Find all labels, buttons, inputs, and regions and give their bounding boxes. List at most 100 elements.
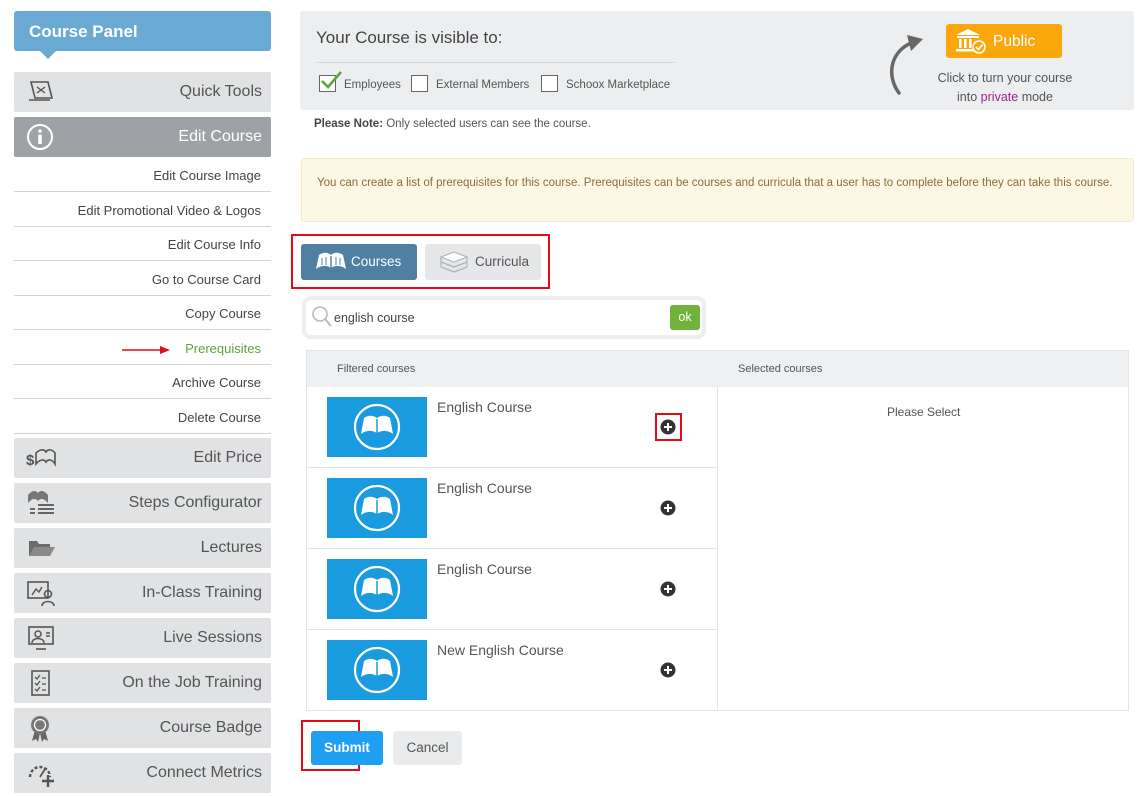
checklist-icon [26, 669, 56, 697]
submenu-delete-course[interactable]: Delete Course [14, 399, 271, 434]
sidebar-item-label: Live Sessions [163, 629, 262, 646]
submenu-label: Copy Course [185, 306, 261, 321]
sidebar-item-label: In-Class Training [141, 584, 262, 601]
visibility-help-text: Click to turn your course into private m… [920, 69, 1090, 107]
sidebar-item-course-badge[interactable]: Course Badge [14, 708, 271, 748]
price-icon: $ [26, 444, 56, 472]
visibility-note: Please Note: Only selected users can see… [314, 118, 591, 130]
sidebar-item-quick-tools[interactable]: Quick Tools [14, 72, 271, 112]
course-book-icon [353, 484, 401, 532]
public-label: Public [993, 33, 1036, 50]
cancel-button[interactable]: Cancel [393, 731, 462, 765]
submit-button[interactable]: Submit [311, 731, 383, 765]
submenu-label: Edit Promotional Video & Logos [77, 203, 261, 218]
sidebar-item-on-the-job-training[interactable]: On the Job Training [14, 663, 271, 703]
submenu-copy-course[interactable]: Copy Course [14, 295, 271, 330]
sidebar-item-edit-price[interactable]: $ Edit Price [14, 438, 271, 478]
course-search: ok [302, 296, 706, 339]
course-book-icon [353, 646, 401, 694]
sidebar-item-label: Quick Tools [179, 83, 262, 100]
badge-icon [26, 714, 56, 742]
selected-empty-text: Please Select [887, 405, 961, 419]
checkbox-box[interactable] [319, 71, 342, 92]
help-mode: mode [1021, 90, 1053, 104]
checkbox-label: Employees [344, 79, 401, 91]
course-title: New English Course [437, 642, 564, 658]
table-row: New English Course [307, 630, 717, 711]
note-text: Only selected users can see the course. [383, 118, 591, 130]
prerequisites-info-box: You can create a list of prerequisites f… [301, 158, 1134, 222]
metrics-icon [26, 759, 56, 787]
submenu-label: Edit Course Image [153, 168, 261, 183]
submenu-go-to-course-card[interactable]: Go to Course Card [14, 261, 271, 296]
course-title: English Course [437, 480, 532, 496]
submenu-label: Archive Course [172, 375, 261, 390]
private-mode-link[interactable]: private [981, 90, 1019, 104]
book-stack-icon [439, 251, 469, 276]
sidebar-item-in-class-training[interactable]: In-Class Training [14, 573, 271, 613]
visibility-panel: Your Course is visible to: Employees Ext… [300, 11, 1134, 110]
tab-curricula[interactable]: Curricula [425, 244, 541, 280]
sidebar-item-lectures[interactable]: Lectures [14, 528, 271, 568]
submenu-prerequisites[interactable]: Prerequisites [14, 330, 271, 365]
add-course-plus-icon[interactable] [660, 419, 676, 435]
info-icon [26, 123, 56, 151]
selected-courses-header: Selected courses [738, 363, 823, 375]
submenu-label: Edit Course Info [167, 237, 261, 252]
help-into: into [957, 90, 978, 104]
submenu-edit-promotional-video[interactable]: Edit Promotional Video & Logos [14, 192, 271, 227]
checkbox-label: External Members [436, 79, 530, 91]
sidebar-item-label: Steps Configurator [128, 494, 262, 511]
table-row: English Course [307, 468, 717, 549]
course-panel-header: Course Panel [14, 11, 271, 59]
add-course-plus-icon[interactable] [660, 500, 676, 516]
table-row: English Course [307, 387, 717, 468]
sidebar-item-connect-metrics[interactable]: Connect Metrics [14, 753, 271, 793]
folder-icon [26, 534, 56, 562]
sidebar-item-edit-course[interactable]: Edit Course [14, 117, 271, 157]
help-line: Click to turn your course [937, 71, 1073, 85]
open-book-icon [315, 251, 347, 276]
sidebar-item-label: Connect Metrics [146, 764, 262, 781]
search-ok-button[interactable]: ok [670, 305, 700, 330]
add-course-plus-icon[interactable] [660, 662, 676, 678]
sidebar-item-steps-configurator[interactable]: Steps Configurator [14, 483, 271, 523]
submenu-label: Prerequisites [185, 341, 261, 356]
checkbox-box[interactable] [541, 75, 558, 92]
add-course-plus-icon[interactable] [660, 581, 676, 597]
red-arrow-annotation [122, 346, 170, 354]
course-title: English Course [437, 561, 532, 577]
courses-table: Filtered courses Selected courses Englis… [306, 350, 1129, 711]
column-divider [717, 387, 718, 710]
steps-icon [26, 489, 56, 517]
course-book-icon [353, 403, 401, 451]
sidebar-item-live-sessions[interactable]: Live Sessions [14, 618, 271, 658]
divider [316, 62, 675, 63]
search-input[interactable] [334, 309, 664, 327]
course-thumbnail [327, 397, 427, 457]
tab-label: Curricula [475, 254, 530, 269]
submenu-label: Go to Course Card [151, 272, 261, 287]
submenu-archive-course[interactable]: Archive Course [14, 364, 271, 399]
submenu-label: Delete Course [177, 410, 261, 425]
submenu-edit-course-image[interactable]: Edit Course Image [14, 157, 271, 192]
svg-text:$: $ [26, 452, 35, 469]
checkbox-box[interactable] [411, 75, 428, 92]
course-thumbnail [327, 559, 427, 619]
course-thumbnail [327, 478, 427, 538]
quick-tools-icon [26, 78, 56, 106]
course-thumbnail [327, 640, 427, 700]
note-bold: Please Note: [314, 118, 384, 130]
tab-courses[interactable]: Courses [301, 244, 417, 280]
live-session-icon [26, 624, 56, 652]
filtered-courses-header: Filtered courses [337, 363, 416, 375]
submenu-edit-course-info[interactable]: Edit Course Info [14, 226, 271, 261]
search-icon [311, 305, 333, 334]
course-panel-title: Course Panel [29, 22, 138, 41]
table-header: Filtered courses Selected courses [307, 351, 1128, 387]
course-title: English Course [437, 399, 532, 415]
sidebar-item-label: Course Badge [159, 719, 262, 736]
public-button[interactable]: Public [946, 24, 1062, 58]
checkmark-icon [321, 71, 342, 89]
info-text: You can create a list of prerequisites f… [317, 177, 1113, 189]
